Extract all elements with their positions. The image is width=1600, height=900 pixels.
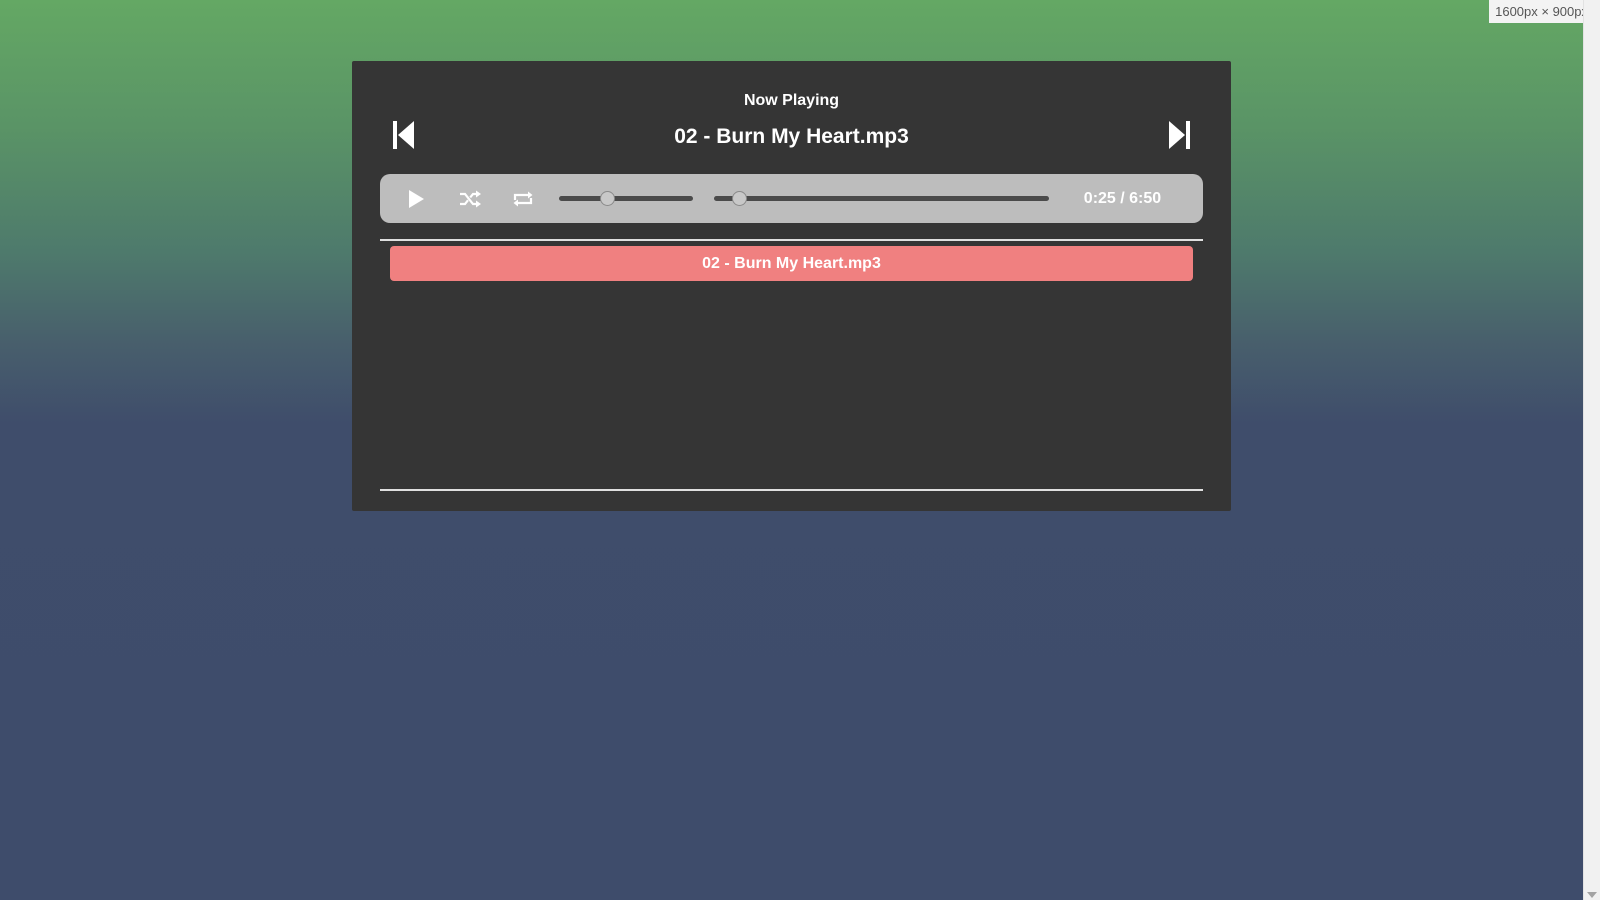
- volume-slider-thumb[interactable]: [600, 191, 616, 206]
- repeat-button[interactable]: [510, 186, 536, 212]
- vertical-scrollbar[interactable]: [1583, 0, 1600, 900]
- volume-slider[interactable]: [559, 191, 693, 206]
- play-button[interactable]: [403, 186, 429, 212]
- music-player: Now Playing 02 - Burn My Heart.mp3 0:25 …: [352, 61, 1231, 511]
- seek-slider-thumb[interactable]: [732, 191, 748, 206]
- shuffle-button[interactable]: [457, 186, 483, 212]
- skip-next-icon: [1169, 121, 1190, 149]
- play-icon: [409, 190, 424, 208]
- current-track-title: 02 - Burn My Heart.mp3: [674, 125, 909, 148]
- playback-controls-bar: 0:25 / 6:50: [380, 174, 1203, 223]
- scroll-down-arrow-icon[interactable]: [1587, 892, 1597, 898]
- time-display: 0:25 / 6:50: [1083, 190, 1162, 207]
- now-playing-heading: Now Playing: [743, 92, 840, 109]
- viewport-size-badge: 1600px × 900px: [1489, 0, 1594, 23]
- playlist-item-active[interactable]: 02 - Burn My Heart.mp3: [390, 246, 1193, 281]
- next-track-button[interactable]: [1165, 119, 1193, 151]
- playlist: 02 - Burn My Heart.mp3: [380, 239, 1203, 491]
- shuffle-icon: [460, 190, 481, 208]
- repeat-icon: [513, 191, 533, 207]
- seek-slider[interactable]: [714, 191, 1049, 206]
